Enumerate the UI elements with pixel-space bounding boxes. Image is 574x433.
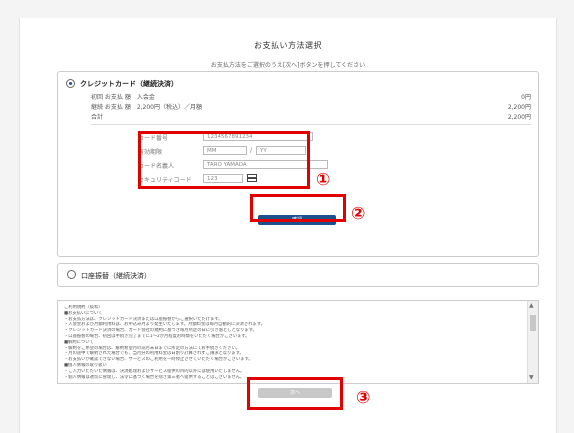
- terms-scrollbar[interactable]: ▲ ▼: [527, 301, 538, 383]
- row-value: 0円: [521, 94, 531, 101]
- scroll-up-icon[interactable]: ▲: [529, 303, 534, 309]
- monthly-fee-row: 継続 お支払 額 2,200円（税込）／月額 2,200円: [91, 102, 531, 111]
- highlight-box-1: [138, 131, 310, 189]
- row-label: 初回 お支払 額 入会金: [91, 94, 155, 101]
- highlight-box-2: [250, 194, 346, 222]
- scroll-down-icon[interactable]: ▼: [529, 375, 534, 381]
- divider: [91, 124, 531, 125]
- initial-fee-row: 初回 お支払 額 入会金 0円: [91, 92, 531, 101]
- callout-2: ②: [351, 204, 366, 224]
- credit-card-radio[interactable]: [66, 79, 75, 88]
- scrollbar-thumb[interactable]: [530, 315, 536, 331]
- page-subtitle: お支払方法をご選択のうえ[次へ]ボタンを押してください: [210, 62, 366, 69]
- credit-card-label: クレジットカード（継続決済）: [80, 80, 178, 88]
- page-title: お支払い方法選択: [254, 41, 322, 50]
- total-row: 合計 2,200円: [91, 112, 531, 121]
- bank-transfer-option: 口座振替（継続決済）: [57, 263, 539, 287]
- bank-transfer-label: 口座振替（継続決済）: [81, 272, 151, 280]
- terms-text: ご利用規約（抜粋） ■お支払いについて ・お支払方法は、クレジットカード決済また…: [64, 305, 516, 380]
- callout-3: ③: [356, 388, 371, 408]
- row-label: 合計: [91, 114, 104, 121]
- row-label: 継続 お支払 額 2,200円（税込）／月額: [91, 104, 202, 111]
- terms-box[interactable]: ご利用規約（抜粋） ■お支払いについて ・お支払方法は、クレジットカード決済また…: [57, 300, 539, 384]
- next-button[interactable]: 次へ: [258, 388, 332, 398]
- row-value: 2,200円: [507, 104, 531, 111]
- payment-page: お支払い方法選択 お支払方法をご選択のうえ[次へ]ボタンを押してください クレジ…: [19, 18, 557, 433]
- bank-transfer-radio[interactable]: [67, 270, 76, 279]
- callout-1: ①: [316, 170, 331, 190]
- row-value: 2,200円: [507, 114, 531, 121]
